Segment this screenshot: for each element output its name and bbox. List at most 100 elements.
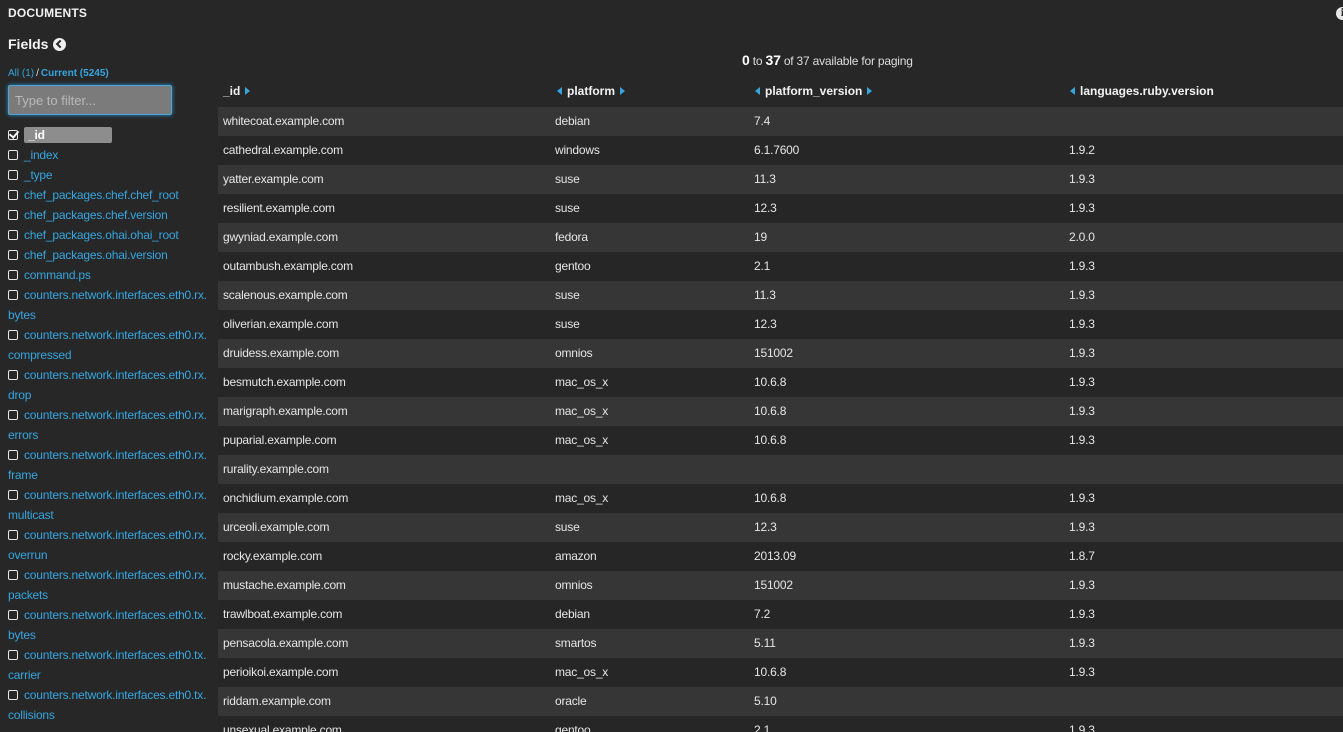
column-header-platform-version[interactable]: platform_version — [755, 84, 873, 98]
field-label[interactable]: _index — [24, 148, 58, 162]
info-icon[interactable]: i — [1336, 7, 1343, 20]
field-label[interactable]: command.ps — [24, 268, 91, 282]
field-checkbox[interactable] — [8, 190, 18, 200]
column-header-ruby-version[interactable]: languages.ruby.version — [1070, 84, 1214, 98]
field-item[interactable]: chef_packages.chef.chef_root — [8, 185, 208, 205]
field-checkbox[interactable] — [8, 330, 18, 340]
fields-heading: Fields — [8, 36, 67, 52]
field-label[interactable]: _id — [24, 127, 112, 143]
field-item[interactable]: counters.network.interfaces.eth0.tx.byte… — [8, 605, 208, 645]
move-right-icon[interactable] — [867, 87, 873, 95]
field-item[interactable]: counters.network.interfaces.eth0.rx.comp… — [8, 325, 208, 365]
field-item[interactable]: counters.network.interfaces.eth0.rx.over… — [8, 525, 208, 565]
field-label[interactable]: counters.network.interfaces.eth0.rx.byte… — [8, 288, 207, 322]
field-checkbox[interactable] — [8, 570, 18, 580]
table-cell: omnios — [555, 346, 593, 360]
field-item[interactable]: counters.network.interfaces.eth0.rx.drop — [8, 365, 208, 405]
field-checkbox[interactable] — [8, 270, 18, 280]
field-item[interactable]: counters.network.interfaces.eth0.rx.pack… — [8, 565, 208, 605]
field-checkbox[interactable] — [8, 410, 18, 420]
field-item[interactable]: command.ps — [8, 265, 208, 285]
field-item[interactable]: counters.network.interfaces.eth0.rx.fram… — [8, 445, 208, 485]
field-item[interactable]: _id — [8, 125, 208, 145]
table-row[interactable]: cathedral.example.com windows 6.1.7600 1.9.… — [218, 136, 1343, 165]
field-checkbox[interactable] — [8, 370, 18, 380]
field-label[interactable]: counters.network.interfaces.eth0.rx.drop — [8, 368, 207, 402]
field-label[interactable]: counters.network.interfaces.eth0.tx.byte… — [8, 608, 206, 642]
table-row[interactable]: oliverian.example.com suse 12.3 1.9.3 — [218, 310, 1343, 339]
table-row[interactable]: unsexual.example.com gentoo 2.1 1.9.3 — [218, 716, 1343, 732]
field-label[interactable]: counters.network.interfaces.eth0.tx.coll… — [8, 688, 206, 722]
field-label[interactable]: counters.network.interfaces.eth0.rx.erro… — [8, 408, 207, 442]
field-checkbox[interactable] — [8, 490, 18, 500]
collapse-icon[interactable] — [53, 37, 67, 51]
table-row[interactable]: perioikoi.example.com mac_os_x 10.6.8 1.9.3 — [218, 658, 1343, 687]
field-item[interactable]: counters.network.interfaces.eth0.rx.erro… — [8, 405, 208, 445]
table-row[interactable]: marigraph.example.com mac_os_x 10.6.8 1.9.3 — [218, 397, 1343, 426]
field-item[interactable]: chef_packages.chef.version — [8, 205, 208, 225]
field-checkbox[interactable] — [8, 150, 18, 160]
field-label[interactable]: counters.network.interfaces.eth0.rx.pack… — [8, 568, 207, 602]
field-label[interactable]: counters.network.interfaces.eth0.rx.comp… — [8, 328, 207, 362]
field-checkbox[interactable] — [8, 610, 18, 620]
table-row[interactable]: rurality.example.com — [218, 455, 1343, 484]
field-checkbox[interactable] — [8, 290, 18, 300]
field-checkbox[interactable] — [8, 250, 18, 260]
table-cell: 1.9.3 — [1069, 520, 1095, 534]
table-row[interactable]: druidess.example.com omnios 151002 1.9.3 — [218, 339, 1343, 368]
field-item[interactable]: chef_packages.ohai.ohai_root — [8, 225, 208, 245]
table-row[interactable]: scalenous.example.com suse 11.3 1.9.3 — [218, 281, 1343, 310]
column-header-id[interactable]: _id — [223, 84, 251, 98]
field-checkbox[interactable] — [8, 130, 18, 140]
move-right-icon[interactable] — [245, 87, 251, 95]
field-checkbox[interactable] — [8, 170, 18, 180]
field-item[interactable]: counters.network.interfaces.eth0.rx.mult… — [8, 485, 208, 525]
all-fields-link[interactable]: All (1) — [8, 68, 34, 79]
field-label[interactable]: counters.network.interfaces.eth0.rx.fram… — [8, 448, 207, 482]
field-item[interactable]: chef_packages.ohai.version — [8, 245, 208, 265]
field-label[interactable]: chef_packages.chef.chef_root — [24, 188, 179, 202]
table-row[interactable]: trawlboat.example.com debian 7.2 1.9.3 — [218, 600, 1343, 629]
field-scope-links: All (1) / Current (5245) — [8, 68, 109, 79]
field-item[interactable]: counters.network.interfaces.eth0.rx.byte… — [8, 285, 208, 325]
field-checkbox[interactable] — [8, 210, 18, 220]
move-right-icon[interactable] — [620, 87, 625, 95]
field-label[interactable]: counters.network.interfaces.eth0.rx.over… — [8, 528, 207, 562]
field-label[interactable]: chef_packages.ohai.ohai_root — [24, 228, 179, 242]
field-item[interactable]: counters.network.interfaces.eth0.tx.coll… — [8, 685, 208, 725]
table-cell: 5.11 — [754, 636, 776, 650]
move-left-icon[interactable] — [557, 87, 562, 95]
table-cell: 1.9.2 — [1069, 143, 1095, 157]
field-filter-input[interactable] — [8, 85, 172, 115]
table-row[interactable]: mustache.example.com omnios 151002 1.9.3 — [218, 571, 1343, 600]
table-row[interactable]: puparial.example.com mac_os_x 10.6.8 1.9.3 — [218, 426, 1343, 455]
field-label[interactable]: chef_packages.ohai.version — [24, 248, 168, 262]
field-label[interactable]: chef_packages.chef.version — [24, 208, 168, 222]
table-row[interactable]: rocky.example.com amazon 2013.09 1.8.7 — [218, 542, 1343, 571]
table-row[interactable]: onchidium.example.com mac_os_x 10.6.8 1.9.3 — [218, 484, 1343, 513]
move-left-icon[interactable] — [755, 87, 760, 95]
field-label[interactable]: counters.network.interfaces.eth0.tx.carr… — [8, 648, 206, 682]
table-row[interactable]: pensacola.example.com smartos 5.11 1.9.3 — [218, 629, 1343, 658]
field-item[interactable]: _type — [8, 165, 208, 185]
column-header-platform[interactable]: platform — [557, 84, 625, 98]
field-label[interactable]: counters.network.interfaces.eth0.rx.mult… — [8, 488, 207, 522]
field-checkbox[interactable] — [8, 450, 18, 460]
field-checkbox[interactable] — [8, 230, 18, 240]
table-row[interactable]: gwyniad.example.com fedora 19 2.0.0 — [218, 223, 1343, 252]
field-checkbox[interactable] — [8, 650, 18, 660]
table-row[interactable]: resilient.example.com suse 12.3 1.9.3 — [218, 194, 1343, 223]
field-item[interactable]: counters.network.interfaces.eth0.tx.carr… — [8, 645, 208, 685]
table-row[interactable]: whitecoat.example.com debian 7.4 — [218, 107, 1343, 136]
table-row[interactable]: yatter.example.com suse 11.3 1.9.3 — [218, 165, 1343, 194]
current-fields-link[interactable]: Current (5245) — [41, 68, 109, 79]
field-checkbox[interactable] — [8, 530, 18, 540]
table-row[interactable]: urceoli.example.com suse 12.3 1.9.3 — [218, 513, 1343, 542]
table-row[interactable]: besmutch.example.com mac_os_x 10.6.8 1.9.3 — [218, 368, 1343, 397]
field-item[interactable]: _index — [8, 145, 208, 165]
table-row[interactable]: outambush.example.com gentoo 2.1 1.9.3 — [218, 252, 1343, 281]
field-label[interactable]: _type — [24, 168, 53, 182]
table-row[interactable]: riddam.example.com oracle 5.10 — [218, 687, 1343, 716]
field-checkbox[interactable] — [8, 690, 18, 700]
move-left-icon[interactable] — [1070, 87, 1075, 95]
